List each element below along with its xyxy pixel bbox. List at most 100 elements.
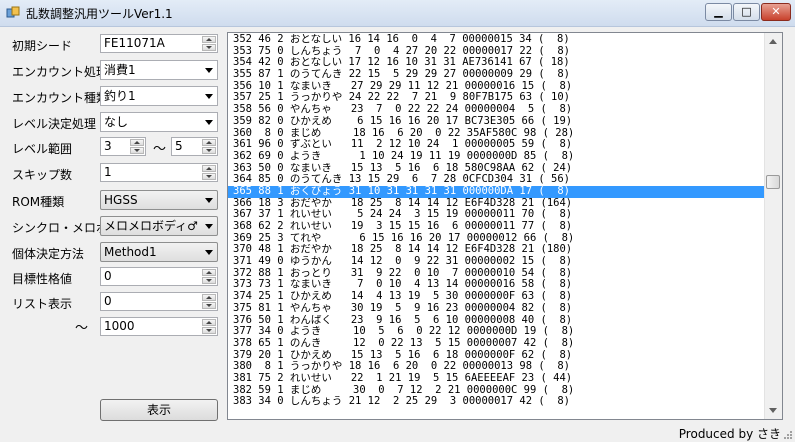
list-item[interactable]: 367 37 1 れいせい 5 24 24 3 15 19 00000011 7… xyxy=(228,209,765,221)
list-item[interactable]: 360 8 0 まじめ 18 16 6 20 0 22 35AF580C 98 … xyxy=(228,128,765,140)
skip-count-label: スキップ数 xyxy=(12,168,73,182)
skip-count-spinner[interactable] xyxy=(202,165,216,180)
list-item[interactable]: 383 34 0 しんちょう 21 12 2 25 29 3 00000017 … xyxy=(228,396,765,408)
list-item[interactable]: 370 48 1 おだやか 18 25 8 14 14 12 E6F4D328 … xyxy=(228,244,765,256)
list-item[interactable]: 352 46 2 おとなしい 16 14 16 0 4 7 00000015 3… xyxy=(228,34,765,46)
initial-seed-label: 初期シード xyxy=(12,39,73,53)
title-bar[interactable]: 乱数調整汎用ツールVer1.1 ▁ □ ✕ xyxy=(0,0,795,27)
list-item[interactable]: 364 85 0 のうてんき 13 15 29 6 7 28 0CFCD304 … xyxy=(228,174,765,186)
minimize-icon: ▁ xyxy=(714,5,723,18)
list-item[interactable]: 354 42 0 おとなしい 17 12 16 10 31 31 AE73614… xyxy=(228,57,765,69)
list-item[interactable]: 372 88 1 おっとり 31 9 22 0 10 7 00000010 54… xyxy=(228,268,765,280)
list-to-spinner[interactable] xyxy=(202,319,216,334)
encounter-type-label: エンカウント種類 xyxy=(12,91,109,105)
list-item[interactable]: 374 25 1 ひかえめ 14 4 13 19 5 30 0000000F 6… xyxy=(228,291,765,303)
target-personality-label: 目標性格値 xyxy=(12,272,73,286)
list-item[interactable]: 356 10 1 なまいき 27 29 29 11 12 21 00000016… xyxy=(228,81,765,93)
spin-up-icon[interactable] xyxy=(202,294,216,301)
list-item-selected[interactable]: 365 88 1 おくびょう 31 10 31 31 31 31 000000D… xyxy=(228,185,765,198)
target-personality-spinner[interactable] xyxy=(202,269,216,284)
list-item[interactable]: 353 75 0 しんちょう 7 0 4 27 20 22 00000017 2… xyxy=(228,46,765,58)
scroll-down-icon[interactable] xyxy=(769,408,777,413)
list-item[interactable]: 381 75 2 れいせい 22 1 21 19 5 15 6AEEEEAF 2… xyxy=(228,373,765,385)
individual-method-value: Method1 xyxy=(104,245,157,259)
list-to-input[interactable]: 1000 xyxy=(100,317,218,336)
list-item[interactable]: 366 18 3 おだやか 18 25 8 14 14 12 E6F4D328 … xyxy=(228,198,765,210)
target-personality-value: 0 xyxy=(104,269,112,283)
list-item[interactable]: 371 49 0 ゆうかん 14 12 0 9 22 31 00000002 1… xyxy=(228,256,765,268)
level-max-spinner[interactable] xyxy=(202,139,216,154)
level-process-select[interactable]: なし xyxy=(100,112,218,132)
list-item[interactable]: 362 69 0 ようき 1 10 24 19 11 19 0000000D 8… xyxy=(228,151,765,163)
spin-up-icon[interactable] xyxy=(130,139,144,146)
maximize-button[interactable]: □ xyxy=(733,3,760,21)
spin-down-icon[interactable] xyxy=(202,44,216,51)
spin-down-icon[interactable] xyxy=(130,147,144,154)
rom-type-select[interactable]: HGSS xyxy=(100,190,218,210)
level-min-input[interactable]: 3 xyxy=(100,137,146,156)
synchro-select[interactable]: メロメロボディ♂ xyxy=(100,216,218,236)
close-button[interactable]: ✕ xyxy=(761,3,791,21)
list-item[interactable]: 369 25 3 てれや 6 15 16 16 20 17 00000012 6… xyxy=(228,233,765,245)
level-range-label: レベル範囲 xyxy=(12,142,73,156)
result-rows: 352 46 2 おとなしい 16 14 16 0 4 7 00000015 3… xyxy=(228,34,765,408)
list-range-tilde: ～ xyxy=(75,321,89,336)
list-item[interactable]: 379 20 1 ひかえめ 15 13 5 16 6 18 0000000F 6… xyxy=(228,350,765,362)
encounter-type-select[interactable]: 釣り1 xyxy=(100,86,218,106)
spin-up-icon[interactable] xyxy=(202,319,216,326)
spin-up-icon[interactable] xyxy=(202,139,216,146)
list-item[interactable]: 378 65 1 のんき 12 0 22 13 5 15 00000007 42… xyxy=(228,338,765,350)
list-item[interactable]: 358 56 0 やんちゃ 23 7 0 22 22 24 00000004 5… xyxy=(228,104,765,116)
level-max-value: 5 xyxy=(175,139,183,153)
list-item[interactable]: 373 73 1 なまいき 7 0 10 4 13 14 00000016 58… xyxy=(228,279,765,291)
scroll-thumb[interactable] xyxy=(766,175,780,189)
resize-grip-icon[interactable] xyxy=(783,430,793,440)
initial-seed-input[interactable]: FE11071A xyxy=(100,34,218,53)
spin-down-icon[interactable] xyxy=(202,173,216,180)
individual-method-label: 個体決定方法 xyxy=(12,247,85,261)
list-item[interactable]: 359 82 0 ひかえめ 6 15 16 16 20 17 BC73E305 … xyxy=(228,116,765,128)
spin-down-icon[interactable] xyxy=(202,147,216,154)
chevron-down-icon xyxy=(205,198,213,203)
chevron-down-icon xyxy=(205,94,213,99)
list-from-input[interactable]: 0 xyxy=(100,292,218,311)
skip-count-input[interactable]: 1 xyxy=(100,163,218,182)
synchro-value: メロメロボディ♂ xyxy=(104,219,198,233)
target-personality-input[interactable]: 0 xyxy=(100,267,218,286)
synchro-label: シンクロ・メロボ xyxy=(12,221,109,235)
initial-seed-spinner[interactable] xyxy=(202,36,216,51)
list-from-value: 0 xyxy=(104,294,112,308)
list-to-value: 1000 xyxy=(104,319,135,333)
encounter-process-value: 消費1 xyxy=(104,63,136,77)
vertical-scrollbar[interactable] xyxy=(764,33,782,419)
list-display-label: リスト表示 xyxy=(12,297,73,311)
list-from-spinner[interactable] xyxy=(202,294,216,309)
spin-up-icon[interactable] xyxy=(202,165,216,172)
list-item[interactable]: 355 87 1 のうてんき 22 15 5 29 29 27 00000009… xyxy=(228,69,765,81)
level-max-input[interactable]: 5 xyxy=(171,137,218,156)
level-min-value: 3 xyxy=(104,139,112,153)
encounter-process-select[interactable]: 消費1 xyxy=(100,60,218,80)
list-item[interactable]: 377 34 0 ようき 10 5 6 0 22 12 0000000D 19 … xyxy=(228,326,765,338)
list-item[interactable]: 363 50 0 なまいき 15 13 5 16 6 18 580C98AA 6… xyxy=(228,163,765,175)
spin-down-icon[interactable] xyxy=(202,327,216,334)
spin-down-icon[interactable] xyxy=(202,277,216,284)
level-min-spinner[interactable] xyxy=(130,139,144,154)
minimize-button[interactable]: ▁ xyxy=(705,3,732,21)
spin-up-icon[interactable] xyxy=(202,36,216,43)
result-list[interactable]: 352 46 2 おとなしい 16 14 16 0 4 7 00000015 3… xyxy=(227,32,783,420)
list-item[interactable]: 382 59 1 まじめ 30 0 7 12 2 21 0000000C 99 … xyxy=(228,385,765,397)
spin-up-icon[interactable] xyxy=(202,269,216,276)
list-item[interactable]: 357 25 1 うっかりや 24 22 22 7 21 9 80F7B175 … xyxy=(228,92,765,104)
list-item[interactable]: 368 62 2 れいせい 19 3 15 15 16 6 00000011 7… xyxy=(228,221,765,233)
chevron-down-icon xyxy=(205,68,213,73)
level-process-label: レベル決定処理 xyxy=(12,117,97,131)
list-item[interactable]: 375 81 1 やんちゃ 30 19 5 9 16 23 00000004 8… xyxy=(228,303,765,315)
list-item[interactable]: 380 8 1 うっかりや 18 16 6 20 0 22 00000013 9… xyxy=(228,361,765,373)
scroll-up-icon[interactable] xyxy=(769,39,777,44)
list-item[interactable]: 361 96 0 ずぶとい 11 2 12 10 24 1 00000005 5… xyxy=(228,139,765,151)
individual-method-select[interactable]: Method1 xyxy=(100,242,218,262)
spin-down-icon[interactable] xyxy=(202,302,216,309)
show-button[interactable]: 表示 xyxy=(100,399,218,421)
list-item[interactable]: 376 50 1 わんぱく 23 9 16 5 6 10 00000008 40… xyxy=(228,315,765,327)
